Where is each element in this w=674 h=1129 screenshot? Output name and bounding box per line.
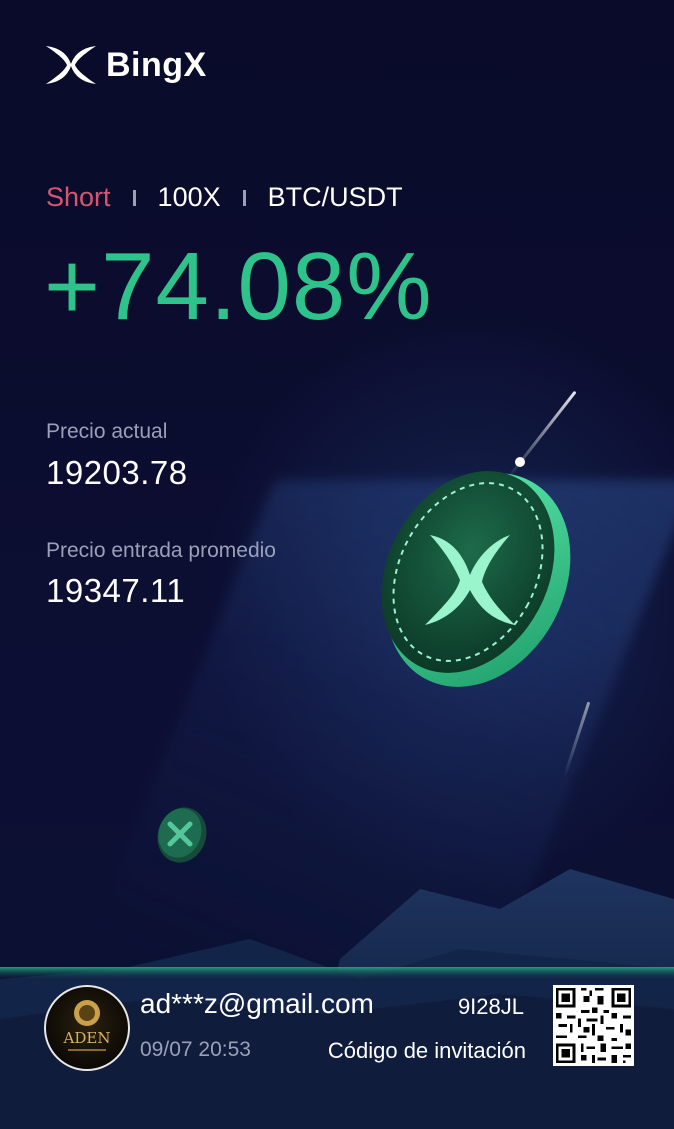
position-side: Short — [46, 182, 111, 212]
leverage: 100X — [157, 182, 221, 212]
invite-code: 9I28JL — [457, 994, 524, 1019]
user-email: ad***z@gmail.com — [140, 988, 374, 1019]
brand-name: BingX — [106, 45, 207, 84]
divider — [242, 189, 246, 206]
trade-info: Short 100X BTC/USDT — [46, 182, 403, 213]
trading-pair: BTC/USDT — [267, 182, 403, 212]
qr-code-icon[interactable] — [553, 985, 634, 1066]
entry-price-value: 19347.11 — [46, 572, 186, 609]
avatar: ADEN — [44, 985, 130, 1071]
aden-capital-avatar-logo: ADEN — [63, 1000, 111, 1051]
invite-code-label: Código de invitación — [327, 1038, 526, 1063]
mountain-landscape — [0, 869, 674, 1129]
avatar-text: ADEN — [63, 1029, 111, 1047]
divider — [132, 189, 136, 206]
share-datetime: 09/07 20:53 — [140, 1038, 251, 1061]
bingx-x-icon — [46, 46, 96, 84]
brand-logo: BingX — [44, 44, 207, 86]
pnl-percentage: +74.08% — [44, 233, 433, 340]
current-price-value: 19203.78 — [46, 454, 188, 491]
current-price-label: Precio actual — [46, 420, 168, 443]
entry-price-label: Precio entrada promedio — [46, 539, 276, 562]
bingx-coin-large — [381, 457, 571, 687]
